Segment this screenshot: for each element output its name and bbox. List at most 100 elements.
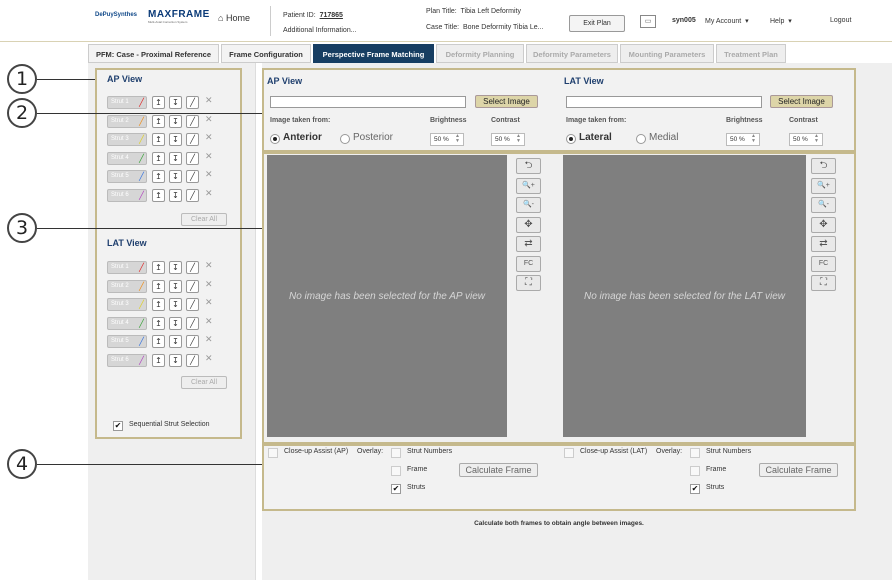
lat-strut-button[interactable]: Strut 6 ╱ [107, 353, 147, 367]
lat-medial-radio[interactable] [636, 134, 646, 144]
pin-top-icon[interactable]: ↥ [152, 353, 165, 367]
refresh-icon[interactable]: ⇄ [516, 236, 541, 252]
lat-calculate-frame-button[interactable]: Calculate Frame [759, 463, 838, 477]
draw-strut-icon[interactable]: ╱ [186, 151, 199, 165]
pin-top-icon[interactable]: ↥ [152, 96, 165, 109]
additional-info-link[interactable]: Additional Information... [283, 27, 357, 34]
draw-strut-icon[interactable]: ╱ [186, 335, 199, 348]
exit-plan-button[interactable]: Exit Plan [569, 15, 625, 32]
clear-strut-icon[interactable]: ✕ [205, 353, 213, 364]
clear-strut-icon[interactable]: ✕ [205, 151, 213, 162]
clear-strut-icon[interactable]: ✕ [205, 95, 213, 106]
lat-closeup-checkbox[interactable] [564, 448, 574, 458]
lat-strut-numbers-checkbox[interactable] [690, 448, 700, 458]
pin-bottom-icon[interactable]: ↧ [169, 261, 182, 274]
clear-all-ap-button[interactable]: Clear All [181, 213, 227, 226]
ap-strut-button[interactable]: Strut 4 ╱ [107, 151, 147, 165]
pin-bottom-icon[interactable]: ↧ [169, 133, 182, 146]
logout-link[interactable]: Logout [830, 17, 851, 24]
clear-strut-icon[interactable]: ✕ [205, 316, 213, 327]
my-account-menu[interactable]: My Account ▾ [705, 17, 749, 25]
pin-bottom-icon[interactable]: ↧ [169, 353, 182, 367]
draw-strut-icon[interactable]: ╱ [186, 114, 199, 128]
help-menu[interactable]: Help ▾ [770, 17, 792, 25]
draw-strut-icon[interactable]: ╱ [186, 133, 199, 146]
pin-bottom-icon[interactable]: ↧ [169, 279, 182, 293]
clear-strut-icon[interactable]: ✕ [205, 188, 213, 199]
pin-top-icon[interactable]: ↥ [152, 335, 165, 348]
pin-top-icon[interactable]: ↥ [152, 279, 165, 293]
ap-calculate-frame-button[interactable]: Calculate Frame [459, 463, 538, 477]
ap-strut-button[interactable]: Strut 6 ╱ [107, 188, 147, 202]
tab-frame-configuration[interactable]: Frame Configuration [221, 44, 311, 63]
pin-top-icon[interactable]: ↥ [152, 316, 165, 330]
pin-top-icon[interactable]: ↥ [152, 170, 165, 183]
lat-strut-button[interactable]: Strut 3 ╱ [107, 298, 147, 311]
pan-icon[interactable]: ✥ [516, 216, 541, 233]
ap-strut-button[interactable]: Strut 5 ╱ [107, 170, 147, 183]
ap-anterior-radio[interactable] [270, 134, 280, 144]
clear-strut-icon[interactable]: ✕ [205, 114, 213, 125]
zoom-in-icon[interactable]: 🔍+ [516, 177, 541, 194]
pin-top-icon[interactable]: ↥ [152, 298, 165, 311]
ap-select-image-button[interactable]: Select Image [475, 95, 538, 108]
sequential-strut-checkbox[interactable]: ✔ [113, 421, 123, 431]
ap-strut-button[interactable]: Strut 1 ╱ [107, 96, 147, 109]
ap-strut-numbers-checkbox[interactable] [391, 448, 401, 458]
home-link[interactable]: ⌂ Home [218, 13, 250, 23]
draw-strut-icon[interactable]: ╱ [186, 261, 199, 274]
draw-strut-icon[interactable]: ╱ [186, 170, 199, 183]
ap-posterior-radio[interactable] [340, 134, 350, 144]
fit-icon[interactable]: ⛶ [516, 275, 541, 291]
tab-perspective-frame-matching[interactable]: Perspective Frame Matching [313, 44, 434, 63]
pan-icon[interactable]: ✥ [811, 216, 836, 233]
draw-strut-icon[interactable]: ╱ [186, 316, 199, 330]
draw-strut-icon[interactable]: ╱ [186, 96, 199, 109]
undo-icon[interactable]: ⮌ [811, 158, 836, 174]
lat-frame-checkbox[interactable] [690, 466, 700, 476]
clear-strut-icon[interactable]: ✕ [205, 169, 213, 180]
image-library-icon[interactable]: ▭ [640, 15, 656, 28]
pin-bottom-icon[interactable]: ↧ [169, 316, 182, 330]
clear-strut-icon[interactable]: ✕ [205, 334, 213, 345]
ap-closeup-checkbox[interactable] [268, 448, 278, 458]
lat-image-canvas[interactable]: No image has been selected for the LAT v… [563, 155, 806, 437]
lat-brightness-stepper[interactable]: 50 % ▲ ▼ [726, 133, 760, 146]
lat-strut-button[interactable]: Strut 4 ╱ [107, 316, 147, 330]
pin-bottom-icon[interactable]: ↧ [169, 96, 182, 109]
zoom-out-icon[interactable]: 🔍- [516, 197, 541, 213]
fc-icon[interactable]: FC [811, 255, 836, 272]
clear-strut-icon[interactable]: ✕ [205, 279, 213, 290]
lat-struts-checkbox[interactable]: ✔ [690, 484, 700, 494]
pin-top-icon[interactable]: ↥ [152, 261, 165, 274]
pin-bottom-icon[interactable]: ↧ [169, 170, 182, 183]
lat-strut-button[interactable]: Strut 5 ╱ [107, 335, 147, 348]
clear-strut-icon[interactable]: ✕ [205, 297, 213, 308]
ap-image-path-input[interactable] [270, 96, 466, 108]
lat-contrast-stepper[interactable]: 50 % ▲ ▼ [789, 133, 823, 146]
ap-frame-checkbox[interactable] [391, 466, 401, 476]
pin-bottom-icon[interactable]: ↧ [169, 188, 182, 202]
ap-image-canvas[interactable]: No image has been selected for the AP vi… [267, 155, 507, 437]
undo-icon[interactable]: ⮌ [516, 158, 541, 174]
clear-strut-icon[interactable]: ✕ [205, 260, 213, 271]
lat-image-path-input[interactable] [566, 96, 762, 108]
draw-strut-icon[interactable]: ╱ [186, 279, 199, 293]
tab-pfm-case[interactable]: PFM: Case - Proximal Reference [88, 44, 219, 63]
pin-bottom-icon[interactable]: ↧ [169, 335, 182, 348]
ap-strut-button[interactable]: Strut 3 ╱ [107, 133, 147, 146]
fit-icon[interactable]: ⛶ [811, 275, 836, 291]
zoom-in-icon[interactable]: 🔍+ [811, 177, 836, 194]
clear-strut-icon[interactable]: ✕ [205, 132, 213, 143]
lat-lateral-radio[interactable] [566, 134, 576, 144]
pin-top-icon[interactable]: ↥ [152, 114, 165, 128]
fc-icon[interactable]: FC [516, 255, 541, 272]
pin-bottom-icon[interactable]: ↧ [169, 151, 182, 165]
draw-strut-icon[interactable]: ╱ [186, 298, 199, 311]
refresh-icon[interactable]: ⇄ [811, 236, 836, 252]
patient-id-link[interactable]: 717865 [320, 12, 343, 19]
draw-strut-icon[interactable]: ╱ [186, 188, 199, 202]
pin-bottom-icon[interactable]: ↧ [169, 114, 182, 128]
clear-all-lat-button[interactable]: Clear All [181, 376, 227, 389]
ap-brightness-stepper[interactable]: 50 % ▲ ▼ [430, 133, 464, 146]
